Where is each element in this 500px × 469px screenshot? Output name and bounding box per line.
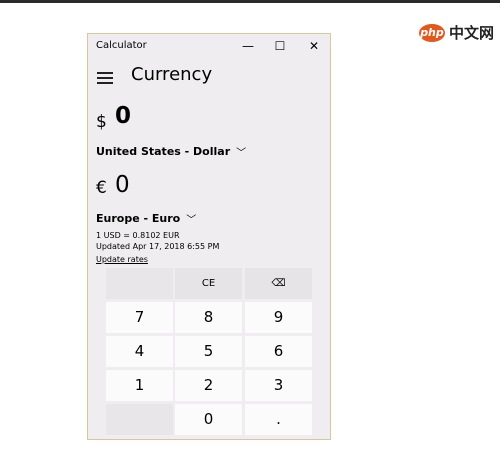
from-amount[interactable]: 0 — [115, 103, 131, 129]
chevron-down-icon: ﹀ — [186, 215, 197, 226]
maximize-button[interactable]: ☐ — [266, 36, 294, 56]
updated-timestamp: Updated Apr 17, 2018 6:55 PM — [96, 242, 220, 251]
digit-5-button[interactable]: 5 — [175, 336, 242, 367]
chevron-down-icon: ﹀ — [236, 148, 247, 159]
digit-8-button[interactable]: 8 — [175, 302, 242, 333]
title-bar[interactable]: Calculator — ☐ ✕ — [88, 34, 330, 58]
watermark-logo: php — [418, 23, 445, 42]
window-title: Calculator — [96, 40, 147, 51]
from-currency-select[interactable]: United States - Dollar ﹀ — [96, 144, 246, 159]
ce-button[interactable]: CE — [175, 268, 242, 299]
exchange-rate: 1 USD = 0.8102 EUR — [96, 231, 180, 240]
keypad-blank — [106, 268, 173, 299]
mode-title: Currency — [131, 64, 213, 85]
watermark-text: 中文网 — [448, 24, 494, 42]
backspace-button[interactable]: ⌫ — [245, 268, 312, 299]
calculator-window: Calculator — ☐ ✕ Currency $ 0 United Sta… — [87, 33, 331, 440]
to-currency-select[interactable]: Europe - Euro ﹀ — [96, 211, 196, 226]
digit-2-button[interactable]: 2 — [175, 370, 242, 401]
digit-1-button[interactable]: 1 — [106, 370, 173, 401]
from-currency-label: United States - Dollar — [96, 145, 231, 158]
menu-icon[interactable] — [97, 72, 113, 87]
digit-9-button[interactable]: 9 — [245, 302, 312, 333]
digit-3-button[interactable]: 3 — [245, 370, 312, 401]
keypad-blank — [106, 404, 173, 435]
backspace-icon: ⌫ — [271, 278, 286, 289]
top-border — [0, 0, 500, 3]
close-button[interactable]: ✕ — [300, 36, 328, 56]
minimize-button[interactable]: — — [234, 36, 262, 56]
update-rates-link[interactable]: Update rates — [96, 255, 148, 264]
to-currency-label: Europe - Euro — [96, 212, 181, 225]
watermark: php 中文网 — [418, 22, 494, 43]
digit-7-button[interactable]: 7 — [106, 302, 173, 333]
digit-0-button[interactable]: 0 — [175, 404, 242, 435]
digit-6-button[interactable]: 6 — [245, 336, 312, 367]
from-currency-symbol: $ — [96, 112, 107, 132]
to-currency-symbol: € — [96, 178, 107, 198]
decimal-button[interactable]: . — [245, 404, 312, 435]
digit-4-button[interactable]: 4 — [106, 336, 173, 367]
to-amount[interactable]: 0 — [115, 172, 130, 198]
